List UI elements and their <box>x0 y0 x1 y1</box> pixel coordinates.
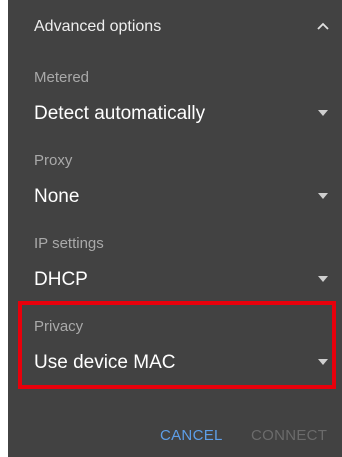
proxy-dropdown[interactable]: None <box>8 179 342 215</box>
metered-value: Detect automatically <box>34 103 206 124</box>
metered-label: Metered <box>34 69 90 86</box>
metered-field: Metered Detect automatically <box>8 66 342 136</box>
wifi-dialog: Advanced options Metered Detect automati… <box>8 0 342 457</box>
dropdown-arrow-icon <box>318 110 328 116</box>
proxy-label: Proxy <box>34 152 73 169</box>
advanced-options-header[interactable]: Advanced options <box>8 0 342 56</box>
connect-button[interactable]: CONNECT <box>251 426 327 446</box>
cancel-button[interactable]: CANCEL <box>160 426 223 446</box>
privacy-highlight-box <box>18 301 336 389</box>
chevron-up-icon[interactable] <box>314 18 332 36</box>
ip-settings-label: IP settings <box>34 235 104 252</box>
metered-dropdown[interactable]: Detect automatically <box>8 96 342 132</box>
advanced-options-title: Advanced options <box>34 18 162 35</box>
ip-settings-value: DHCP <box>34 269 88 290</box>
dropdown-arrow-icon <box>318 193 328 199</box>
proxy-value: None <box>34 186 80 207</box>
dropdown-arrow-icon <box>318 276 328 282</box>
ip-settings-field: IP settings DHCP <box>8 232 342 302</box>
dialog-actions: CANCEL CONNECT <box>8 420 342 450</box>
ip-settings-dropdown[interactable]: DHCP <box>8 262 342 298</box>
proxy-field: Proxy None <box>8 149 342 219</box>
